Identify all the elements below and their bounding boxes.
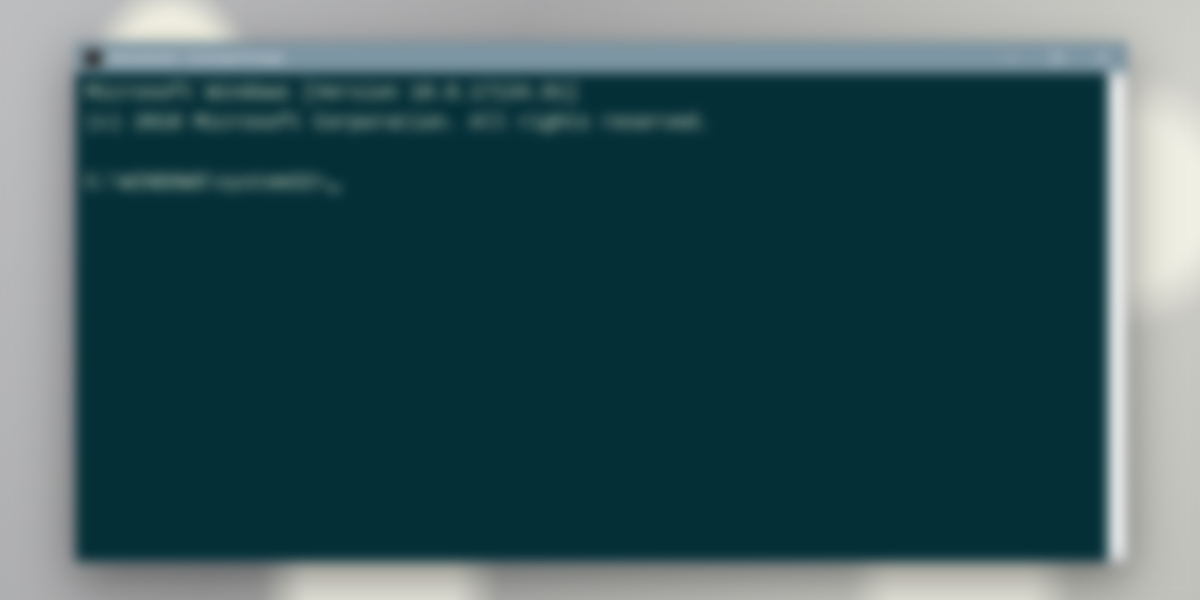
maximize-button[interactable] — [1034, 43, 1080, 73]
close-button[interactable] — [1080, 43, 1126, 73]
scroll-up-button[interactable] — [1109, 73, 1126, 90]
chevron-down-icon — [1113, 548, 1122, 557]
cmd-icon — [84, 49, 102, 67]
maximize-icon — [1052, 53, 1062, 63]
minimize-icon — [1006, 53, 1016, 63]
console-line: Microsoft Windows [Version 10.0.17134.81… — [86, 82, 578, 105]
scroll-down-button[interactable] — [1109, 544, 1126, 561]
client-area: Microsoft Windows [Version 10.0.17134.81… — [76, 73, 1126, 561]
window-title: Administrator: Command Prompt — [108, 51, 988, 65]
desktop-background: Administrator: Command Prompt Microsoft … — [0, 0, 1200, 600]
vertical-scrollbar[interactable] — [1108, 73, 1126, 561]
chevron-up-icon — [1113, 77, 1122, 86]
text-cursor — [328, 187, 340, 190]
scroll-track[interactable] — [1109, 90, 1126, 544]
console-output[interactable]: Microsoft Windows [Version 10.0.17134.81… — [76, 73, 1108, 561]
window-controls — [988, 43, 1126, 73]
close-icon — [1098, 53, 1108, 63]
console-line: (c) 2018 Microsoft Corporation. All righ… — [86, 112, 710, 135]
console-prompt: C:\WINDOWS\system32> — [86, 172, 326, 195]
command-prompt-window: Administrator: Command Prompt Microsoft … — [75, 42, 1127, 562]
titlebar[interactable]: Administrator: Command Prompt — [76, 43, 1126, 73]
minimize-button[interactable] — [988, 43, 1034, 73]
